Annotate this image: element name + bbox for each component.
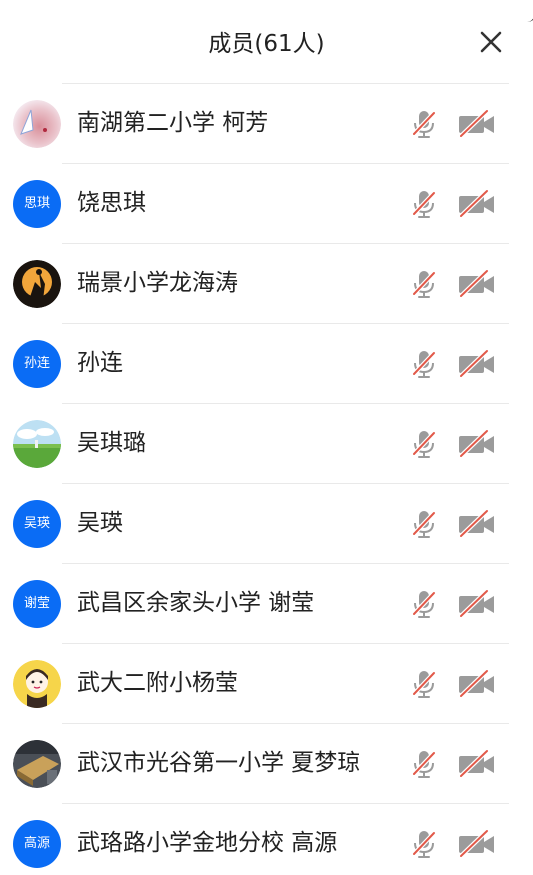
- member-name: 孙连: [77, 350, 123, 376]
- member-row[interactable]: 谢莹 武昌区余家头小学 谢莹: [13, 563, 509, 643]
- mic-muted-icon[interactable]: [409, 109, 439, 139]
- camera-off-icon[interactable]: [457, 828, 497, 860]
- camera-off-icon[interactable]: [457, 748, 497, 780]
- avatar: 高源: [13, 820, 61, 868]
- avatar: 吴瑛: [13, 500, 61, 548]
- mic-muted-icon[interactable]: [409, 749, 439, 779]
- avatar: 孙连: [13, 340, 61, 388]
- camera-off-icon[interactable]: [457, 108, 497, 140]
- avatar: [13, 420, 61, 468]
- camera-off-icon[interactable]: [457, 348, 497, 380]
- member-name: 吴瑛: [77, 510, 123, 536]
- mic-muted-icon[interactable]: [409, 269, 439, 299]
- mic-muted-icon[interactable]: [409, 509, 439, 539]
- member-row[interactable]: 吴瑛 吴瑛: [13, 483, 509, 563]
- avatar: [13, 260, 61, 308]
- member-name: 饶思琪: [77, 190, 146, 216]
- close-icon: [480, 31, 502, 53]
- avatar: 谢莹: [13, 580, 61, 628]
- member-row[interactable]: 武汉市光谷第一小学 夏梦琼: [13, 723, 509, 803]
- member-name: 武汉市光谷第一小学 夏梦琼: [77, 750, 361, 776]
- mic-muted-icon[interactable]: [409, 349, 439, 379]
- camera-off-icon[interactable]: [457, 588, 497, 620]
- mic-muted-icon[interactable]: [409, 589, 439, 619]
- member-list-panel: 成员(61人) 南湖第二小学 柯芳 思琪 饶思琪 瑞景小学龙海涛 孙连 孙连 吴琪璐 吴瑛 吴瑛…: [0, 0, 533, 875]
- camera-off-icon[interactable]: [457, 428, 497, 460]
- member-row[interactable]: 高源 武珞路小学金地分校 高源: [13, 803, 509, 875]
- corner-edge: [527, 0, 533, 22]
- member-name: 武珞路小学金地分校 高源: [77, 830, 338, 856]
- member-row[interactable]: 武大二附小杨莹: [13, 643, 509, 723]
- header: 成员(61人): [0, 0, 533, 84]
- avatar: [13, 100, 61, 148]
- avatar: [13, 660, 61, 708]
- member-row[interactable]: 南湖第二小学 柯芳: [13, 83, 509, 163]
- camera-off-icon[interactable]: [457, 668, 497, 700]
- member-name: 武昌区余家头小学 谢莹: [77, 590, 315, 616]
- mic-muted-icon[interactable]: [409, 429, 439, 459]
- member-name: 南湖第二小学 柯芳: [77, 110, 269, 136]
- member-name: 武大二附小杨莹: [77, 670, 238, 696]
- avatar: [13, 740, 61, 788]
- member-name: 瑞景小学龙海涛: [77, 270, 238, 296]
- camera-off-icon[interactable]: [457, 188, 497, 220]
- close-button[interactable]: [479, 30, 503, 54]
- camera-off-icon[interactable]: [457, 268, 497, 300]
- member-row[interactable]: 瑞景小学龙海涛: [13, 243, 509, 323]
- member-row[interactable]: 孙连 孙连: [13, 323, 509, 403]
- mic-muted-icon[interactable]: [409, 189, 439, 219]
- mic-muted-icon[interactable]: [409, 829, 439, 859]
- member-row[interactable]: 思琪 饶思琪: [13, 163, 509, 243]
- member-row[interactable]: 吴琪璐: [13, 403, 509, 483]
- member-name: 吴琪璐: [77, 430, 146, 456]
- page-title: 成员(61人): [208, 31, 325, 57]
- avatar: 思琪: [13, 180, 61, 228]
- mic-muted-icon[interactable]: [409, 669, 439, 699]
- camera-off-icon[interactable]: [457, 508, 497, 540]
- member-list: 南湖第二小学 柯芳 思琪 饶思琪 瑞景小学龙海涛 孙连 孙连 吴琪璐 吴瑛 吴瑛 谢莹 武昌区余家头…: [0, 83, 533, 875]
